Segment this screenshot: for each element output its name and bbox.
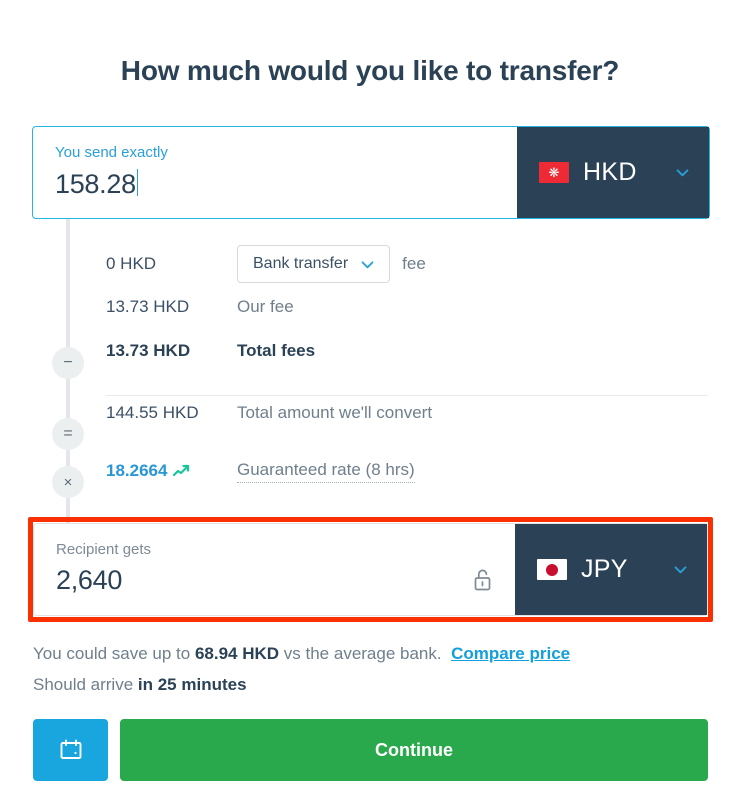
payment-method-value: Bank transfer <box>253 255 349 272</box>
our-fee-label: Our fee <box>237 296 294 316</box>
send-amount-box[interactable]: You send exactly 158.28 ❋ HKD <box>32 126 710 219</box>
savings-prefix: You could save up to <box>33 644 195 663</box>
exchange-rate-value-group: 18.2664 <box>106 461 237 481</box>
schedule-transfer-button[interactable] <box>33 719 108 781</box>
fee-breakdown-list: 0 HKD Bank transfer fee 13.73 HKD Our fe… <box>0 240 740 494</box>
recipient-currency-code: JPY <box>581 555 628 583</box>
payment-method-select[interactable]: Bank transfer <box>237 245 391 283</box>
chevron-down-icon[interactable] <box>674 164 691 181</box>
recipient-amount-field[interactable]: Recipient gets 2,640 <box>34 524 515 615</box>
savings-note: You could save up to 68.94 HKD vs the av… <box>33 638 723 669</box>
summary-notes: You could save up to 68.94 HKD vs the av… <box>33 638 723 700</box>
convert-amount-row: 144.55 HKD Total amount we'll convert <box>0 377 740 448</box>
rate-lock-toggle[interactable] <box>472 540 515 600</box>
send-amount-field[interactable]: You send exactly 158.28 <box>33 127 517 218</box>
our-fee-row: 13.73 HKD Our fee <box>0 288 740 325</box>
send-amount-value[interactable]: 158.28 <box>55 167 136 201</box>
exchange-rate-row: 18.2664 Guaranteed rate (8 hrs) <box>0 448 740 494</box>
exchange-rate-value: 18.2664 <box>106 461 168 480</box>
payin-fee-amount: 0 HKD <box>106 254 157 273</box>
payin-fee-suffix: fee <box>402 254 426 273</box>
recipient-text-group: Recipient gets 2,640 <box>56 540 472 597</box>
convert-amount-value: 144.55 HKD <box>106 402 199 422</box>
send-currency-selector[interactable]: ❋ HKD <box>517 127 709 218</box>
calendar-icon <box>60 739 81 759</box>
fees-divider <box>106 395 708 396</box>
payin-fee-row: 0 HKD Bank transfer fee <box>0 240 740 288</box>
arrival-prefix: Should arrive <box>33 675 138 694</box>
recipient-amount-box[interactable]: Recipient gets 2,640 JPY <box>33 523 708 616</box>
savings-amount: 68.94 HKD <box>194 644 280 663</box>
our-fee-amount: 13.73 HKD <box>106 296 190 316</box>
convert-amount-label: Total amount we'll convert <box>237 402 433 422</box>
recipient-label: Recipient gets <box>56 541 152 558</box>
send-label: You send exactly <box>55 144 168 161</box>
recipient-amount-value[interactable]: 2,640 <box>56 563 122 597</box>
japan-sun-disc <box>546 563 558 576</box>
send-amount-row: 158.28 <box>55 166 497 201</box>
arrival-note: Should arrive in 25 minutes <box>33 669 723 700</box>
unlock-icon[interactable] <box>472 567 493 592</box>
send-currency-code: HKD <box>583 158 637 186</box>
text-cursor <box>136 169 138 196</box>
savings-suffix: vs the average bank. <box>279 644 442 663</box>
total-fees-label: Total fees <box>237 341 316 360</box>
page-title: How much would you like to transfer? <box>120 55 620 86</box>
chevron-down-icon[interactable] <box>359 256 376 273</box>
trend-up-arrow-icon <box>173 464 190 477</box>
total-fees-amount: 13.73 HKD <box>106 341 191 360</box>
continue-button[interactable]: Continue <box>120 719 708 781</box>
arrival-time: in 25 minutes <box>137 675 247 694</box>
chevron-down-icon[interactable] <box>672 561 689 578</box>
total-fees-row: 13.73 HKD Total fees <box>0 325 740 377</box>
hong-kong-flag-icon: ❋ <box>539 162 569 183</box>
recipient-amount-row: 2,640 <box>56 563 472 597</box>
japan-flag-icon <box>537 559 567 580</box>
bauhinia-glyph: ❋ <box>548 165 560 180</box>
action-buttons: Continue <box>33 719 708 781</box>
compare-price-link[interactable]: Compare price <box>451 644 570 663</box>
transfer-calculator-page: How much would you like to transfer? You… <box>0 0 740 810</box>
recipient-currency-selector[interactable]: JPY <box>515 524 707 615</box>
exchange-rate-label[interactable]: Guaranteed rate (8 hrs) <box>237 460 415 483</box>
